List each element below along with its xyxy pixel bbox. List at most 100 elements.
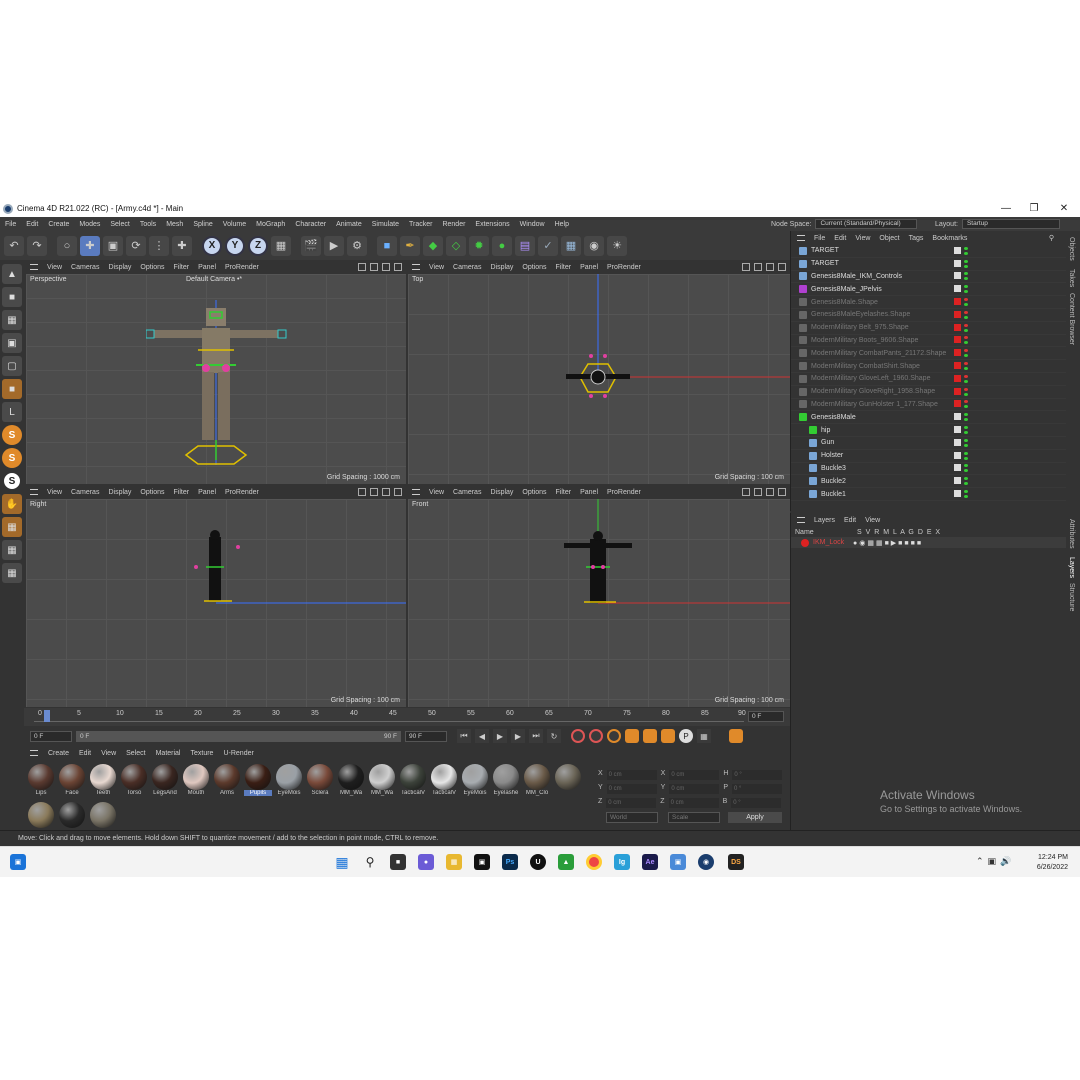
layer-lock-icon[interactable] — [954, 387, 961, 395]
go-to-end-icon[interactable]: ⏭ — [529, 729, 543, 743]
object-name[interactable]: Holster — [821, 452, 843, 459]
object-name[interactable]: ModernMilitary Belt_975.Shape — [811, 324, 909, 331]
timeline-ruler[interactable]: 0 5 10 15 20 25 30 35 40 45 50 55 60 65 … — [34, 710, 746, 722]
polygons-mode-icon[interactable]: ■ — [2, 379, 22, 399]
coord-size-z-field[interactable]: 0 cm — [668, 798, 719, 808]
coord-position-x-field[interactable]: 0 cm — [606, 770, 657, 780]
render-settings-icon[interactable]: ⚙ — [347, 235, 367, 256]
x-axis-lock-button[interactable]: X — [202, 235, 222, 256]
apply-button[interactable]: Apply — [728, 812, 782, 823]
object-flags[interactable] — [954, 349, 968, 358]
chat-icon[interactable]: ● — [418, 854, 434, 870]
loop-icon[interactable]: ↻ — [547, 729, 561, 743]
object-name[interactable]: Buckle3 — [821, 465, 846, 472]
move-icon[interactable]: ✚ — [80, 235, 100, 256]
object-flags[interactable] — [954, 298, 968, 307]
object-flags[interactable] — [954, 426, 968, 435]
visibility-dots-icon[interactable] — [964, 426, 968, 435]
menu-modes[interactable]: Modes — [74, 221, 105, 228]
render-to-picture-viewer-icon[interactable]: ▶ — [324, 235, 344, 256]
material-preview[interactable] — [214, 764, 240, 790]
start-frame-field[interactable]: 0 F — [30, 730, 72, 742]
material-preview[interactable] — [431, 764, 457, 790]
vp-menu-options[interactable]: Options — [140, 489, 164, 496]
layout-dropdown[interactable]: Startup — [961, 219, 1060, 229]
vp-menu-options[interactable]: Options — [140, 264, 164, 271]
key-parameter-icon[interactable]: P — [679, 729, 693, 743]
coordinate-system-icon[interactable]: ▦ — [271, 235, 291, 256]
start-icon[interactable]: ▦ — [334, 854, 350, 870]
enable-checkbox[interactable] — [954, 438, 961, 446]
menu-render[interactable]: Render — [437, 221, 470, 228]
close-button[interactable]: ✕ — [1050, 200, 1078, 217]
layer-menu-edit[interactable]: Edit — [844, 517, 856, 524]
visibility-dots-icon[interactable] — [964, 310, 968, 319]
tab-layers[interactable]: Layers — [1068, 557, 1075, 578]
object-flags[interactable] — [954, 387, 968, 396]
object-name[interactable]: Genesis8Male — [811, 414, 856, 421]
layer-lock-icon[interactable] — [954, 374, 961, 382]
chrome-icon[interactable] — [586, 854, 602, 870]
snap-icon[interactable]: S — [2, 425, 22, 445]
vp-menu-filter[interactable]: Filter — [556, 264, 572, 271]
visibility-dots-icon[interactable] — [964, 259, 968, 268]
viewport-menu-icon[interactable] — [30, 264, 38, 270]
object-name[interactable]: Buckle1 — [821, 491, 846, 498]
obj-menu-edit[interactable]: Edit — [834, 235, 846, 242]
object-row[interactable]: Genesis8MaleEyelashes.Shape — [791, 309, 1066, 322]
material-preview[interactable] — [28, 764, 54, 790]
menu-create[interactable]: Create — [43, 221, 74, 228]
vp-menu-view[interactable]: View — [429, 489, 444, 496]
viewport-perspective[interactable]: View Cameras Display Options Filter Pane… — [26, 260, 406, 484]
material-swatch[interactable]: Face — [58, 764, 86, 802]
rotate-icon[interactable]: ⟳ — [126, 235, 146, 256]
y-axis-lock-button[interactable]: Y — [225, 235, 245, 256]
visibility-dots-icon[interactable] — [964, 451, 968, 460]
material-preview[interactable] — [183, 764, 209, 790]
object-name[interactable]: ModernMilitary Boots_9606.Shape — [811, 337, 918, 344]
object-row[interactable]: ModernMilitary CombatPants_21172.Shape — [791, 347, 1066, 361]
go-to-start-icon[interactable]: ⏮ — [457, 729, 471, 743]
object-flags[interactable] — [954, 477, 968, 486]
obj-menu-file[interactable]: File — [814, 235, 825, 242]
material-swatch[interactable]: Teeth — [89, 764, 117, 802]
visibility-dots-icon[interactable] — [964, 349, 968, 358]
vp-menu-options[interactable]: Options — [522, 489, 546, 496]
vp-menu-view[interactable]: View — [47, 264, 62, 271]
material-preview[interactable] — [307, 764, 333, 790]
floor-icon[interactable]: ▦ — [561, 235, 581, 256]
viewport-front[interactable]: View Cameras Display Options Filter Pane… — [408, 485, 790, 707]
menu-mesh[interactable]: Mesh — [161, 221, 188, 228]
material-swatch[interactable]: MM_Clo — [523, 764, 551, 802]
viewport-nav-icons[interactable] — [742, 263, 786, 271]
model-mode-icon[interactable]: ■ — [2, 287, 22, 307]
enable-checkbox[interactable] — [954, 272, 961, 280]
object-flags[interactable] — [954, 285, 968, 294]
material-preview[interactable] — [59, 802, 85, 828]
menu-character[interactable]: Character — [290, 221, 331, 228]
maximize-button[interactable]: ❐ — [1020, 200, 1048, 217]
object-flags[interactable] — [954, 259, 968, 268]
z-axis-lock-button[interactable]: Z — [248, 235, 268, 256]
green-app-icon[interactable]: ▲ — [558, 854, 574, 870]
visibility-dots-icon[interactable] — [964, 413, 968, 422]
photoshop-icon[interactable]: Ps — [502, 854, 518, 870]
object-row[interactable]: Genesis8Male.Shape — [791, 296, 1066, 309]
spline-pen-icon[interactable]: ✓ — [538, 235, 558, 256]
object-row[interactable]: ModernMilitary GloveLeft_1960.Shape — [791, 373, 1066, 386]
material-swatch[interactable]: Arms — [213, 764, 241, 802]
visibility-dots-icon[interactable] — [964, 336, 968, 345]
viewport-nav-icons[interactable] — [358, 488, 402, 496]
object-flags[interactable] — [954, 438, 968, 447]
solo-icon[interactable]: S — [2, 471, 22, 491]
material-swatch[interactable]: LegsAnd — [151, 764, 179, 802]
object-flags[interactable] — [954, 490, 968, 499]
vp-menu-display[interactable]: Display — [108, 489, 131, 496]
vp-menu-panel[interactable]: Panel — [198, 489, 216, 496]
vp-menu-prorender[interactable]: ProRender — [607, 489, 641, 496]
deformer-icon[interactable]: ● — [492, 235, 512, 256]
make-editable-icon[interactable]: ▲ — [2, 264, 22, 284]
mat-menu-create[interactable]: Create — [48, 750, 69, 757]
menu-edit[interactable]: Edit — [21, 221, 43, 228]
coord-position-z-field[interactable]: 0 cm — [606, 798, 657, 808]
